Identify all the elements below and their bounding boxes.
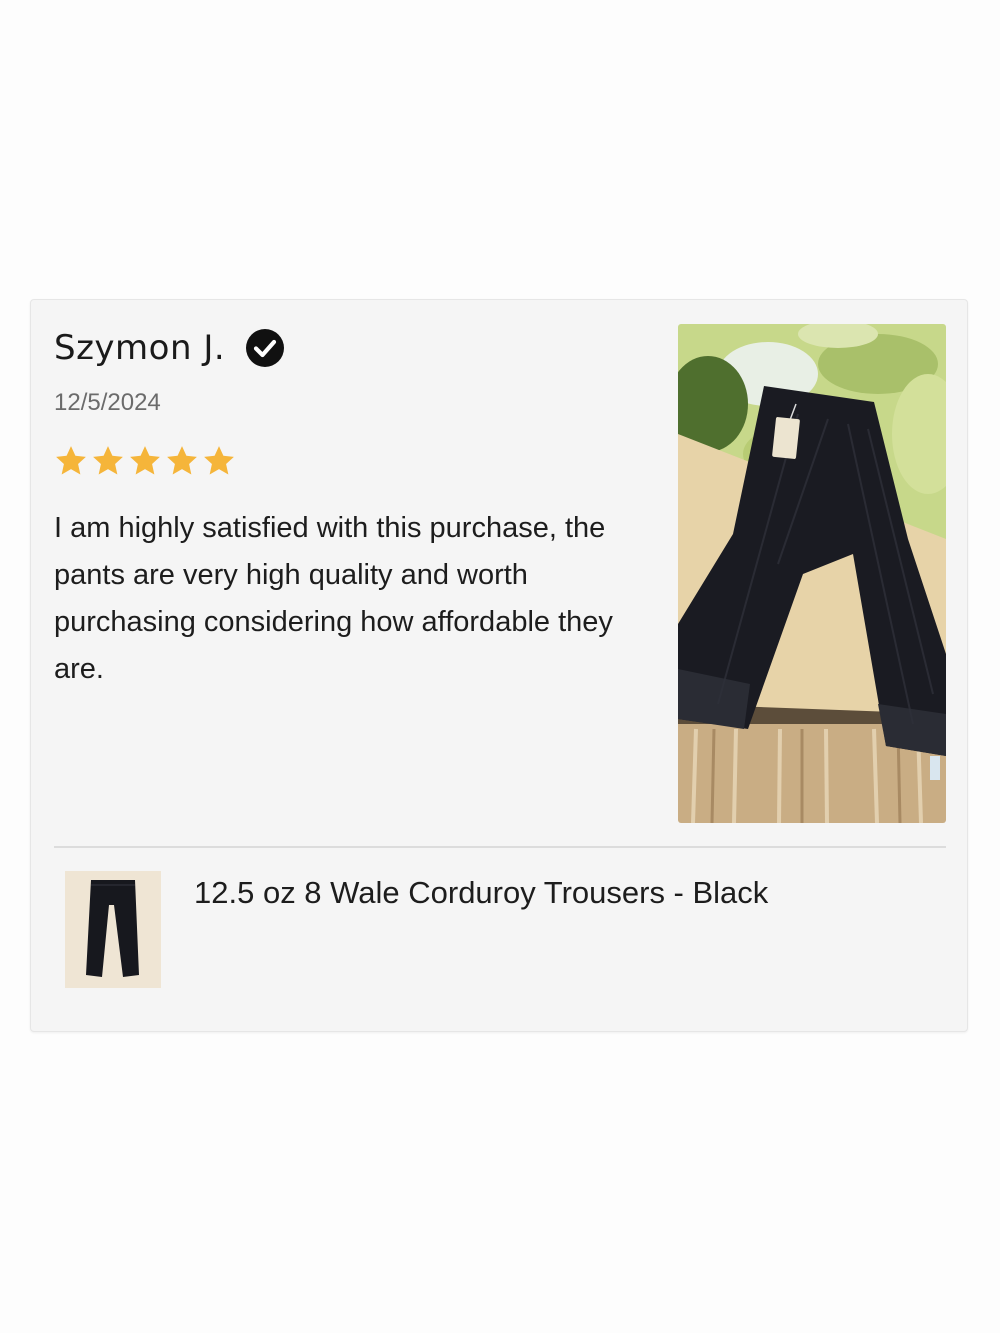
product-thumbnail[interactable] [65, 871, 161, 988]
review-card: Szymon J. 12/5/2024 I am highly satisfie… [30, 299, 968, 1032]
star-icon [130, 446, 160, 475]
star-icon [56, 446, 86, 475]
star-icon [93, 446, 123, 475]
reviewer-name: Szymon J. [54, 328, 226, 368]
review-photo[interactable] [678, 324, 946, 823]
star-rating [53, 444, 237, 478]
star-icon [204, 446, 234, 475]
verified-check-icon [245, 328, 285, 368]
review-text: I am highly satisfied with this purchase… [54, 512, 613, 685]
star-icon [167, 446, 197, 475]
divider [54, 846, 946, 848]
reviewer-row: Szymon J. [54, 328, 285, 368]
review-date: 12/5/2024 [54, 389, 161, 416]
product-title[interactable]: 12.5 oz 8 Wale Corduroy Trousers - Black [194, 875, 768, 911]
